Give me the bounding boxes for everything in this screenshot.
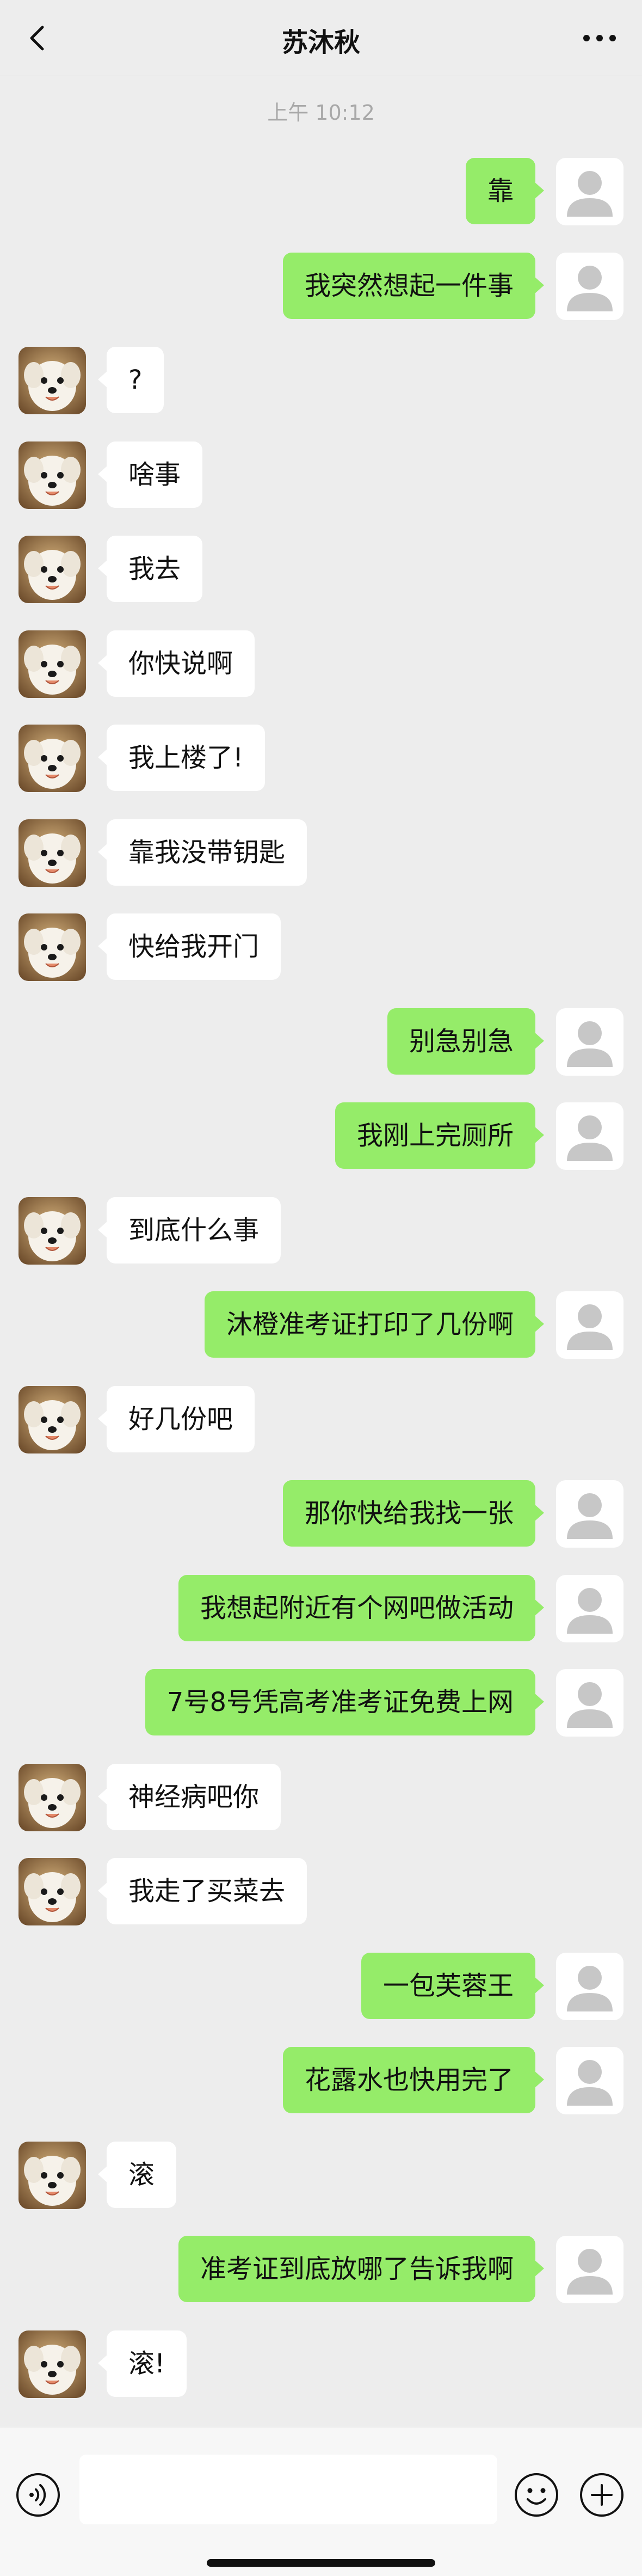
- contact-avatar[interactable]: [18, 630, 86, 698]
- message-bubble[interactable]: 7号8号凭高考准考证免费上网: [145, 1669, 545, 1735]
- incoming-message: 我走了买菜去: [0, 1858, 642, 1927]
- message-bubble[interactable]: 靠我没带钥匙: [97, 819, 307, 886]
- self-avatar[interactable]: [556, 1480, 624, 1548]
- incoming-message: 你快说啊: [0, 630, 642, 699]
- message-input[interactable]: [79, 2455, 497, 2524]
- contact-avatar[interactable]: [18, 1386, 86, 1453]
- contact-avatar[interactable]: [18, 1764, 86, 1831]
- message-bubble[interactable]: 我想起附近有个网吧做活动: [178, 1575, 545, 1641]
- message-bubble[interactable]: ?: [97, 347, 164, 413]
- outgoing-message: 靠: [0, 158, 642, 226]
- message-bubble[interactable]: 沐橙准考证打印了几份啊: [204, 1291, 545, 1358]
- message-bubble[interactable]: 滚!: [97, 2330, 187, 2397]
- self-avatar[interactable]: [556, 1008, 624, 1076]
- incoming-message: 我上楼了!: [0, 725, 642, 793]
- incoming-message: 滚: [0, 2142, 642, 2210]
- self-avatar[interactable]: [556, 1953, 624, 2020]
- message-timestamp: 上午 10:12: [267, 101, 375, 125]
- message-bubble[interactable]: 啥事: [97, 441, 203, 508]
- message-bubble[interactable]: 我上楼了!: [97, 725, 266, 791]
- incoming-message: 我去: [0, 536, 642, 604]
- message-bubble[interactable]: 我去: [97, 536, 203, 602]
- self-avatar[interactable]: [556, 1291, 624, 1359]
- self-avatar[interactable]: [556, 2047, 624, 2114]
- contact-avatar[interactable]: [18, 441, 86, 509]
- outgoing-message: 一包芙蓉王: [0, 1953, 642, 2021]
- incoming-message: 到底什么事: [0, 1197, 642, 1266]
- contact-avatar[interactable]: [18, 536, 86, 603]
- plus-icon[interactable]: [579, 2472, 625, 2518]
- message-bubble[interactable]: 一包芙蓉王: [361, 1953, 545, 2019]
- contact-avatar[interactable]: [18, 2142, 86, 2209]
- outgoing-message: 7号8号凭高考准考证免费上网: [0, 1669, 642, 1738]
- self-avatar[interactable]: [556, 1575, 624, 1642]
- contact-avatar[interactable]: [18, 347, 86, 414]
- message-bubble[interactable]: 花露水也快用完了: [282, 2047, 545, 2113]
- contact-avatar[interactable]: [18, 725, 86, 792]
- input-bar: [0, 2427, 642, 2576]
- chat-title: 苏沐秋: [281, 27, 360, 58]
- message-bubble[interactable]: 别急别急: [387, 1008, 545, 1075]
- message-bubble[interactable]: 滚: [97, 2142, 177, 2208]
- message-bubble[interactable]: 好几份吧: [97, 1386, 255, 1452]
- self-avatar[interactable]: [556, 1102, 624, 1170]
- self-avatar[interactable]: [556, 1669, 624, 1737]
- message-bubble[interactable]: 我走了买菜去: [97, 1858, 307, 1924]
- voice-icon[interactable]: [15, 2472, 61, 2518]
- incoming-message: 靠我没带钥匙: [0, 819, 642, 888]
- outgoing-message: 我想起附近有个网吧做活动: [0, 1575, 642, 1643]
- outgoing-message: 别急别急: [0, 1008, 642, 1077]
- message-bubble[interactable]: 神经病吧你: [97, 1764, 281, 1830]
- self-avatar[interactable]: [556, 158, 624, 225]
- incoming-message: 滚!: [0, 2330, 642, 2399]
- contact-avatar[interactable]: [18, 913, 86, 981]
- contact-avatar[interactable]: [18, 1197, 86, 1265]
- emoji-icon[interactable]: [514, 2472, 559, 2518]
- outgoing-message: 花露水也快用完了: [0, 2047, 642, 2115]
- more-dots-icon[interactable]: [580, 25, 619, 51]
- outgoing-message: 我突然想起一件事: [0, 253, 642, 321]
- self-avatar[interactable]: [556, 2236, 624, 2303]
- outgoing-message: 准考证到底放哪了告诉我啊: [0, 2236, 642, 2304]
- message-bubble[interactable]: 准考证到底放哪了告诉我啊: [178, 2236, 545, 2302]
- incoming-message: 啥事: [0, 441, 642, 510]
- message-bubble[interactable]: 快给我开门: [97, 913, 281, 980]
- self-avatar[interactable]: [556, 253, 624, 320]
- outgoing-message: 沐橙准考证打印了几份啊: [0, 1291, 642, 1360]
- outgoing-message: 我刚上完厕所: [0, 1102, 642, 1171]
- incoming-message: 快给我开门: [0, 913, 642, 982]
- message-bubble[interactable]: 我突然想起一件事: [282, 253, 545, 319]
- message-bubble[interactable]: 我刚上完厕所: [335, 1102, 545, 1169]
- contact-avatar[interactable]: [18, 1858, 86, 1925]
- incoming-message: 神经病吧你: [0, 1764, 642, 1832]
- message-bubble[interactable]: 靠: [465, 158, 545, 224]
- contact-avatar[interactable]: [18, 819, 86, 887]
- message-bubble[interactable]: 你快说啊: [97, 630, 255, 697]
- message-bubble[interactable]: 那你快给我找一张: [282, 1480, 545, 1547]
- incoming-message: 好几份吧: [0, 1386, 642, 1455]
- contact-avatar[interactable]: [18, 2330, 86, 2398]
- home-indicator: [207, 2559, 435, 2567]
- incoming-message: ?: [0, 347, 642, 415]
- message-bubble[interactable]: 到底什么事: [97, 1197, 281, 1264]
- top-bar: 苏沐秋: [0, 0, 642, 76]
- outgoing-message: 那你快给我找一张: [0, 1480, 642, 1549]
